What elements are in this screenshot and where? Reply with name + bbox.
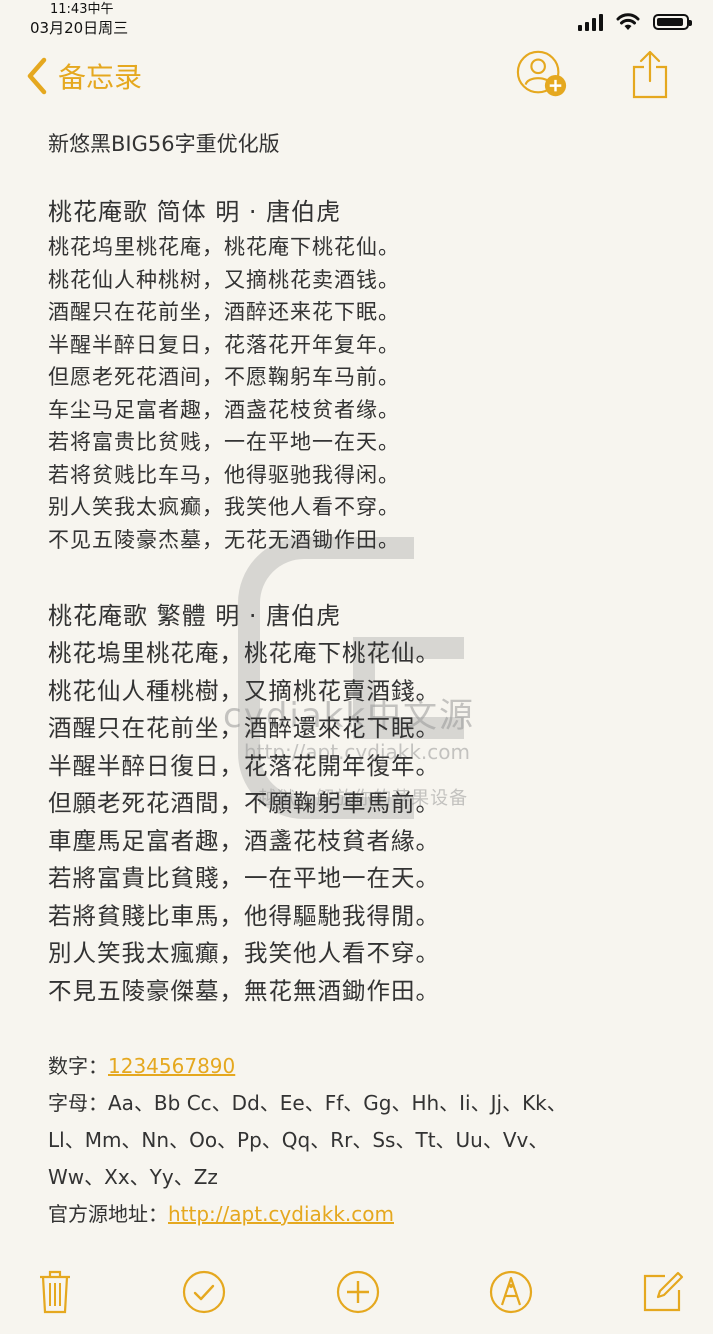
nav-bar: 备忘录: [0, 48, 713, 108]
add-person-button[interactable]: [515, 48, 569, 102]
markup-button[interactable]: [481, 1262, 541, 1322]
poem-line: 半醒半醉日復日，花落花開年復年。: [48, 751, 440, 780]
poem-line: 但愿老死花酒间，不愿鞠躬车马前。: [48, 365, 400, 389]
poem-line: 但願老死花酒間，不願鞠躬車馬前。: [48, 789, 440, 817]
poem-line: 別人笑我太瘋癲，我笑他人看不穿。: [48, 939, 440, 967]
poem-line: 别人笑我太疯癫，我笑他人看不穿。: [48, 495, 400, 519]
digits-label: 数字：: [48, 1054, 108, 1078]
digits-link[interactable]: 1234567890: [108, 1054, 235, 1078]
poem-line: 若將貧賤比車馬，他得驅馳我得閒。: [48, 901, 440, 930]
poem-heading: 桃花庵歌 简体 明 · 唐伯虎: [48, 198, 342, 226]
delete-button[interactable]: [25, 1262, 85, 1322]
add-button[interactable]: [328, 1262, 388, 1322]
poem-line: 桃花仙人種桃樹，又摘桃花賣酒錢。: [48, 676, 440, 705]
letters-label: 字母：: [48, 1091, 108, 1115]
poem-line: 桃花坞里桃花庵，桃花庵下桃花仙。: [48, 235, 400, 259]
poem-heading: 桃花庵歌 繁體 明 · 唐伯虎: [48, 602, 342, 630]
compose-button[interactable]: [633, 1262, 693, 1322]
plus-circle-icon: [336, 1270, 380, 1314]
note-meta: 数字：1234567890 字母：Aa、Bb Cc、Dd、Ee、Ff、Gg、Hh…: [48, 1048, 678, 1233]
poem-line: 半醒半醉日复日，花落花开年复年。: [48, 332, 400, 357]
status-time: 11:43中午: [50, 2, 114, 17]
compose-icon: [643, 1271, 684, 1312]
poem-line: 車塵馬足富者趣，酒盞花枝貧者緣。: [48, 826, 440, 855]
poem-line: 酒醒只在花前坐，酒醉還來花下眠。: [48, 714, 440, 742]
wifi-icon: [616, 13, 640, 30]
checkmark-circle-icon: [182, 1270, 226, 1314]
status-icons: [578, 12, 692, 32]
poem-line: 酒醒只在花前坐，酒醉还来花下眠。: [48, 300, 400, 324]
digits-row: 数字：1234567890: [48, 1048, 678, 1085]
poem-simplified: 桃花庵歌 简体 明 · 唐伯虎 桃花坞里桃花庵，桃花庵下桃花仙。 桃花仙人种桃树…: [48, 192, 678, 556]
share-icon: [632, 50, 668, 99]
chevron-left-icon: [27, 57, 47, 95]
letters-line: Aa、Bb Cc、Dd、Ee、Ff、Gg、Hh、Ii、Jj、Kk、: [108, 1091, 567, 1115]
letters-row: 字母：Aa、Bb Cc、Dd、Ee、Ff、Gg、Hh、Ii、Jj、Kk、: [48, 1085, 678, 1122]
battery-icon: [653, 14, 692, 30]
back-button[interactable]: 备忘录: [26, 56, 142, 96]
poem-line: 车尘马足富者趣，酒盏花枝贫者缘。: [48, 397, 400, 422]
status-bar: 11:43中午 03月20日周三: [0, 0, 713, 40]
bottom-toolbar: [0, 1262, 713, 1326]
checklist-button[interactable]: [174, 1262, 234, 1322]
signal-icon: [578, 13, 603, 31]
note-body[interactable]: 新悠黑BIG56字重优化版 桃花庵歌 简体 明 · 唐伯虎 桃花坞里桃花庵，桃花…: [48, 128, 678, 1233]
poem-line: 桃花仙人种桃树，又摘桃花卖酒钱。: [48, 267, 400, 292]
note-title: 新悠黑BIG56字重优化版: [48, 132, 280, 156]
poem-line: 桃花塢里桃花庵，桃花庵下桃花仙。: [48, 639, 440, 667]
letters-line: Ll、Mm、Nn、Oo、Pp、Qq、Rr、Ss、Tt、Uu、Vv、: [48, 1128, 549, 1152]
poem-line: 不见五陵豪杰墓，无花无酒锄作田。: [48, 527, 400, 552]
poem-traditional: 桃花庵歌 繁體 明 · 唐伯虎 桃花塢里桃花庵，桃花庵下桃花仙。 桃花仙人種桃樹…: [48, 596, 678, 1010]
pen-circle-icon: [489, 1270, 533, 1314]
share-button[interactable]: [623, 48, 677, 102]
source-link[interactable]: http://apt.cydiakk.com: [168, 1202, 394, 1226]
letters-line: Ww、Xx、Yy、Zz: [48, 1165, 218, 1189]
poem-line: 若将贫贱比车马，他得驱驰我得闲。: [48, 462, 400, 487]
poem-line: 若將富貴比貧賤，一在平地一在天。: [48, 864, 440, 892]
add-person-icon: [516, 50, 567, 97]
poem-line: 若将富贵比贫贱，一在平地一在天。: [48, 430, 400, 454]
back-label: 备忘录: [58, 61, 143, 94]
status-date: 03月20日周三: [30, 19, 129, 37]
source-label: 官方源地址：: [48, 1202, 168, 1226]
poem-line: 不見五陵豪傑墓，無花無酒鋤作田。: [48, 976, 440, 1005]
source-row: 官方源地址：http://apt.cydiakk.com: [48, 1196, 678, 1233]
trash-icon: [40, 1270, 70, 1314]
